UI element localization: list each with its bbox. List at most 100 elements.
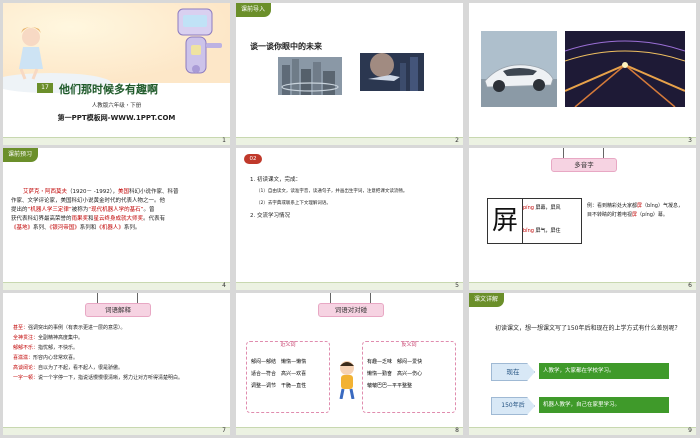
definition-item: 甚至：强调突出的事例（有表示更进一层的意思）。 bbox=[13, 323, 225, 333]
words-1: 屏幕，屏风 bbox=[535, 205, 561, 211]
slide-thumbnail-1[interactable]: 17 他们那时候多有趣啊 人教版六年级・下册 第一PPT模板网-WWW.1PPT… bbox=[3, 3, 230, 145]
highlight-text: “机器人学三定律” bbox=[27, 207, 72, 213]
slide-number: 8 bbox=[455, 427, 459, 434]
slide-grid: 17 他们那时候多有趣啊 人教版六年级・下册 第一PPT模板网-WWW.1PPT… bbox=[3, 3, 697, 435]
task-2: 2. 交流学习情况 bbox=[250, 213, 290, 219]
rope bbox=[97, 293, 98, 303]
future-vehicle-image bbox=[360, 53, 424, 91]
section-heading: 谈一谈你眼中的未来 bbox=[250, 42, 322, 51]
synonym-label: 近义词 bbox=[280, 342, 296, 348]
future-description: 机器人教学，自己在家里学习。 bbox=[539, 397, 669, 413]
slide-number: 5 bbox=[455, 282, 459, 289]
future-city-image bbox=[278, 57, 342, 95]
author-years: （1920－ -1992）， bbox=[67, 189, 118, 195]
now-description: 人教学，大家都在学校学习。 bbox=[539, 363, 669, 379]
example-text: 看到精彩处大家都 bbox=[597, 203, 638, 209]
highlight-text: 《银河帝国》 bbox=[49, 225, 80, 231]
intro-text: 获代表科幻界最高荣誉的 bbox=[11, 216, 72, 222]
child-cartoon-icon bbox=[339, 361, 355, 399]
task-1-item-2: （2）去字典或联系上下文理解词语。 bbox=[256, 201, 331, 206]
author-name: 艾萨克・阿西莫夫 bbox=[23, 189, 68, 195]
intro-text: 系列。 bbox=[123, 225, 141, 231]
now-arrow: 现在 bbox=[491, 363, 535, 381]
pinyin-2: bǐng bbox=[523, 228, 534, 234]
rope bbox=[330, 293, 331, 303]
author-intro-text: 艾萨克・阿西莫夫（1920－ -1992），美国科幻小说作家、科普 作家、文学评… bbox=[11, 188, 227, 233]
highlight-text: 雨果奖 bbox=[71, 216, 89, 222]
definition: 形容内心非常欢喜。 bbox=[33, 355, 79, 361]
pinyin-1: píng bbox=[523, 205, 534, 211]
definition: 全副精神高度集中。 bbox=[38, 335, 84, 341]
definition-list: 甚至：强调突出的事例（有表示更进一层的意思）。 全神贯注：全副精神高度集中。 郁… bbox=[13, 323, 225, 383]
definition: 自以为了不起，看不起人，很是骄傲。 bbox=[38, 365, 124, 371]
words-2: 屏气，屏住 bbox=[535, 228, 561, 234]
step-badge: 02 bbox=[244, 154, 262, 164]
section-tag: 课前预习 bbox=[3, 148, 39, 162]
board-title: 多音字 bbox=[551, 158, 617, 172]
lesson-title: 他们那时候多有趣啊 bbox=[59, 83, 158, 96]
definition-item: 喜滋滋：形容内心非常欢喜。 bbox=[13, 353, 225, 363]
synonym-box: 近义词 郁闷—郁结 懒惰—懒惰 适合—符合 高兴—欢喜 调整—调节 干脆—直性 bbox=[246, 341, 330, 413]
slide-thumbnail-6[interactable]: 多音字 屏 píng 屏幕，屏风 bǐng 屏气，屏住 例：看到精彩处大家都屏（… bbox=[469, 148, 696, 290]
section-tag: 课文详解 bbox=[469, 293, 505, 307]
definition: 指忧郁，不快乐。 bbox=[38, 345, 79, 351]
slide-footer bbox=[469, 137, 696, 145]
slide-thumbnail-2[interactable]: 课前导入 谈一谈你眼中的未来 2 bbox=[236, 3, 463, 145]
definition-item: 高谈阔论：自以为了不起，看不起人，很是骄傲。 bbox=[13, 363, 225, 373]
slide-footer bbox=[236, 427, 463, 435]
intro-text: 系列和 bbox=[79, 225, 97, 231]
example-label: 例： bbox=[587, 203, 598, 209]
term: 全神贯注： bbox=[13, 335, 39, 341]
rope bbox=[137, 293, 138, 303]
definition: 强调突出的事例（有表示更进一层的意思）。 bbox=[28, 325, 126, 331]
highlight-text: 《基地》 bbox=[11, 225, 34, 231]
author-country: 美国 bbox=[118, 189, 130, 195]
highlight-text: 《机器人》 bbox=[96, 225, 124, 231]
character-card: 屏 bbox=[487, 198, 523, 244]
future-arrow: 150年后 bbox=[491, 397, 535, 415]
term: 高谈阔论： bbox=[13, 365, 39, 371]
slide-number: 2 bbox=[455, 137, 459, 144]
antonym-box: 反义词 有趣—乏味 郁闷—爱快 懒惰—勤奋 高兴—伤心 皱皱巴巴—平平整整 bbox=[362, 341, 456, 413]
term: 喜滋滋： bbox=[13, 355, 34, 361]
definition-item: 郁郁不乐：指忧郁，不快乐。 bbox=[13, 343, 225, 353]
term: 一字一顿： bbox=[13, 375, 39, 381]
slide-footer bbox=[3, 137, 230, 145]
definition: 说一个字停一下，指说话慢慢很清晰，努力让对方听得清楚明白。 bbox=[38, 375, 184, 381]
slide-footer bbox=[469, 427, 696, 435]
rope bbox=[370, 293, 371, 303]
question-text: 初读课文，想一想课文写了150年后和现在的上学方式有什么差别呢？ bbox=[495, 325, 681, 332]
example-text: （píng）幕。 bbox=[637, 212, 668, 218]
intro-text: 提出的 bbox=[11, 207, 28, 213]
highlight-text: 星云终身成就大师奖 bbox=[93, 216, 144, 222]
cover-illustration bbox=[3, 3, 230, 93]
slide-number: 6 bbox=[688, 282, 692, 289]
highlight-text: “现代机器人学的基石” bbox=[88, 207, 144, 213]
example-sentence: 例：看到精彩处大家都屏（bǐng）气凝息，目不转睛的盯着电视屏（píng）幕。 bbox=[587, 202, 687, 220]
slide-number: 9 bbox=[688, 427, 692, 434]
task-list: 1. 初读课文，完成： （1）自由读文，读准字音，读通句子，并画出生字词，注意把… bbox=[250, 174, 456, 222]
slide-number: 1 bbox=[222, 137, 226, 144]
slide-thumbnail-8[interactable]: 词语对对碰 近义词 郁闷—郁结 懒惰—懒惰 适合—符合 高兴—欢喜 调整—调节 … bbox=[236, 293, 463, 435]
slide-thumbnail-5[interactable]: 02 1. 初读课文，完成： （1）自由读文，读准字音，读通句子，并画出生字词，… bbox=[236, 148, 463, 290]
antonym-label: 反义词 bbox=[401, 342, 417, 348]
slide-footer bbox=[236, 137, 463, 145]
intro-text: 。曾 bbox=[143, 207, 155, 213]
antonym-pairs: 有趣—乏味 郁闷—爱快 懒惰—勤奋 高兴—伤心 皱皱巴巴—平平整整 bbox=[367, 359, 423, 389]
definition-item: 全神贯注：全副精神高度集中。 bbox=[13, 333, 225, 343]
slide-footer bbox=[3, 282, 230, 290]
future-bridge-image bbox=[565, 31, 685, 107]
intro-text: 系列、 bbox=[33, 225, 50, 231]
slide-thumbnail-4[interactable]: 课前预习 艾萨克・阿西莫夫（1920－ -1992），美国科幻小说作家、科普 作… bbox=[3, 148, 230, 290]
slide-footer bbox=[3, 427, 230, 435]
task-1-item-1: （1）自由读文，读准字音，读通句子，并画出生字词，注意把课文读流畅。 bbox=[256, 189, 408, 194]
rope bbox=[563, 148, 564, 158]
board-title: 词语解释 bbox=[85, 303, 151, 317]
slide-thumbnail-7[interactable]: 词语解释 甚至：强调突出的事例（有表示更进一层的意思）。 全神贯注：全副精神高度… bbox=[3, 293, 230, 435]
concept-car-image bbox=[481, 31, 557, 107]
slide-thumbnail-9[interactable]: 课文详解 初读课文，想一想课文写了150年后和现在的上学方式有什么差别呢？ 现在… bbox=[469, 293, 696, 435]
term: 郁郁不乐： bbox=[13, 345, 39, 351]
site-credit: 第一PPT模板网-WWW.1PPT.COM bbox=[57, 114, 176, 122]
pinyin-box: píng 屏幕，屏风 bǐng 屏气，屏住 bbox=[521, 198, 582, 244]
slide-thumbnail-3[interactable]: 3 bbox=[469, 3, 696, 145]
